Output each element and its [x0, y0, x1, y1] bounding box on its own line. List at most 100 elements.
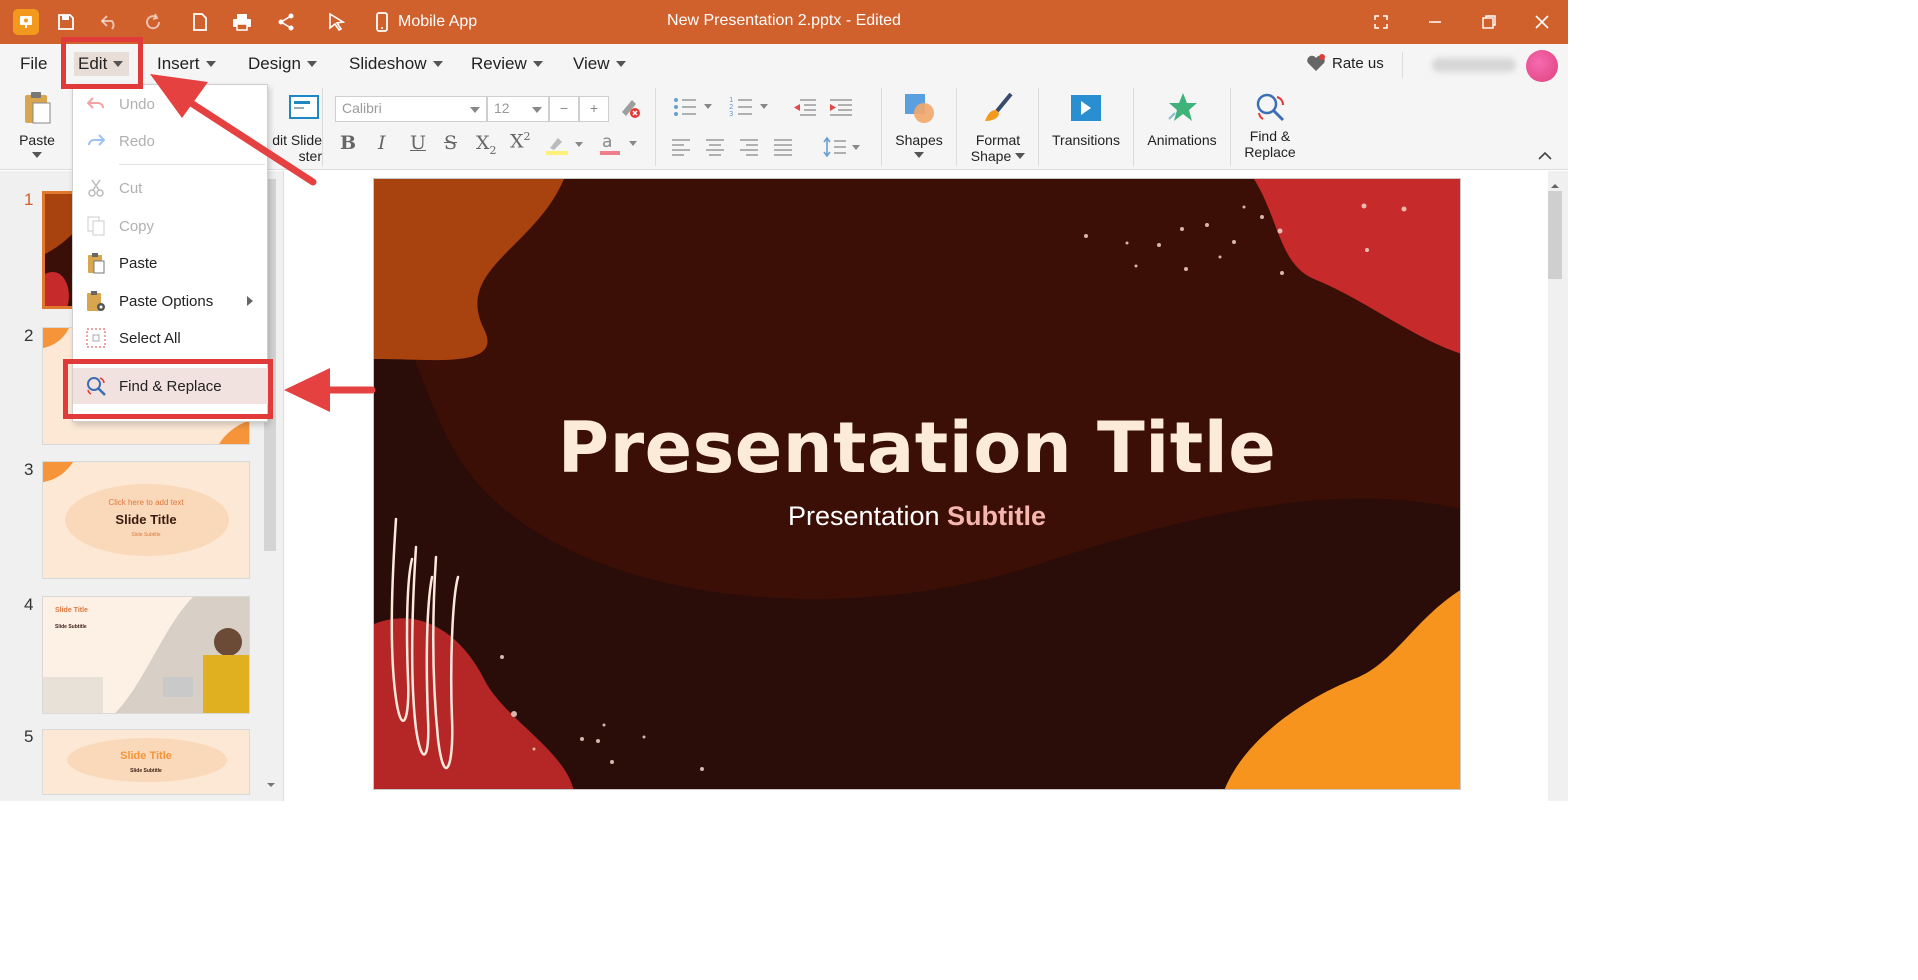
slide-number: 2 — [24, 326, 34, 345]
menu-review[interactable]: Review — [471, 52, 543, 76]
bold-icon[interactable]: B — [340, 132, 356, 154]
slideshow-play-icon[interactable] — [322, 8, 350, 36]
increase-font-button[interactable]: + — [579, 96, 609, 122]
line-spacing-icon[interactable] — [822, 136, 862, 163]
edit-slide-master-label-1: dit Slide — [272, 132, 322, 148]
share-icon[interactable] — [272, 8, 300, 36]
menu-design-label: Design — [248, 54, 301, 73]
bullet-list-icon[interactable] — [672, 96, 716, 123]
menu-file[interactable]: File — [20, 52, 47, 76]
minimize-icon[interactable] — [1420, 8, 1450, 36]
find-replace-ribbon-button[interactable]: Find & Replace — [1242, 90, 1298, 160]
underline-icon[interactable]: U — [410, 132, 426, 154]
editor-scrollbar[interactable] — [1548, 171, 1568, 801]
edit-slide-master-button[interactable]: dit Slide ster — [262, 90, 322, 164]
menu-select-all[interactable]: Select All — [73, 320, 269, 356]
divider — [119, 361, 265, 362]
justify-icon[interactable] — [772, 138, 794, 161]
phone-icon — [376, 12, 388, 32]
chevron-right-icon — [247, 296, 253, 306]
menu-edit[interactable]: Edit — [74, 52, 130, 76]
slide-title[interactable]: Presentation Title — [374, 407, 1460, 489]
find-replace-label-2: Replace — [1244, 144, 1296, 160]
restore-icon[interactable] — [1474, 8, 1504, 36]
menu-undo-label: Undo — [119, 95, 155, 113]
redo-icon[interactable] — [140, 8, 168, 36]
divider — [119, 164, 265, 165]
paste-ribbon-button[interactable]: Paste — [16, 90, 58, 158]
align-right-icon[interactable] — [738, 138, 760, 161]
italic-icon[interactable]: I — [378, 132, 386, 154]
account-name[interactable] — [1432, 58, 1516, 72]
menu-view[interactable]: View — [573, 52, 626, 76]
menu-view-label: View — [573, 54, 610, 73]
collapse-ribbon-icon[interactable] — [1538, 148, 1552, 166]
menu-copy[interactable]: Copy — [73, 208, 269, 244]
menu-insert[interactable]: Insert — [157, 52, 216, 76]
menu-redo[interactable]: Redo — [73, 123, 269, 159]
highlight-color-icon[interactable] — [544, 134, 584, 161]
slide-thumbnail-5[interactable]: Slide Title Slide Subtitle — [42, 729, 250, 795]
menu-slideshow[interactable]: Slideshow — [349, 52, 443, 76]
align-left-icon[interactable] — [670, 138, 692, 161]
decrease-indent-icon[interactable] — [792, 96, 818, 123]
font-color-icon[interactable]: a — [598, 132, 640, 161]
font-size-combo[interactable]: 12 — [487, 96, 549, 122]
app-logo-icon[interactable] — [13, 9, 39, 35]
chevron-down-icon — [32, 152, 42, 158]
decrease-font-button[interactable]: − — [549, 96, 579, 122]
font-name-combo[interactable]: Calibri — [335, 96, 487, 122]
slide-thumbnail-3[interactable]: Click here to add text Slide Title Slide… — [42, 461, 250, 579]
edit-dropdown-menu: Undo Redo Cut Copy Paste Paste Options S… — [72, 84, 269, 422]
thumb-4-title: Slide Title — [55, 607, 88, 614]
transitions-button[interactable]: Transitions — [1052, 90, 1120, 148]
format-shape-label-2: Shape — [970, 148, 1012, 164]
menu-undo[interactable]: Undo — [73, 86, 269, 122]
save-icon[interactable] — [52, 8, 80, 36]
paste-options-icon — [73, 283, 119, 319]
scroll-down-icon[interactable] — [264, 781, 278, 795]
print-icon[interactable] — [228, 8, 256, 36]
chevron-down-icon — [205, 61, 216, 67]
slide-thumbnail-4[interactable]: Slide Title Slide Subtitle — [42, 596, 250, 714]
menu-edit-label: Edit — [78, 54, 108, 73]
menu-paste[interactable]: Paste — [73, 245, 269, 281]
animations-button[interactable]: Animations — [1146, 90, 1218, 148]
close-icon[interactable] — [1527, 8, 1557, 36]
find-replace-icon — [73, 368, 119, 404]
align-center-icon[interactable] — [704, 138, 726, 161]
clear-formatting-icon[interactable] — [618, 96, 642, 125]
rate-us-label: Rate us — [1332, 54, 1384, 72]
thumb-5-art — [43, 730, 249, 794]
increase-indent-icon[interactable] — [828, 96, 854, 123]
new-document-icon[interactable] — [186, 8, 214, 36]
menu-find-replace[interactable]: Find & Replace — [73, 368, 269, 404]
numbered-list-icon[interactable]: 123 — [728, 96, 772, 123]
strikethrough-icon[interactable]: S — [444, 132, 457, 154]
font-size-placeholder: 12 — [494, 100, 510, 116]
menu-redo-label: Redo — [119, 132, 155, 150]
superscript-icon[interactable]: X2 — [510, 130, 531, 152]
scrollbar-thumb[interactable] — [1548, 191, 1562, 279]
animations-label: Animations — [1147, 132, 1217, 148]
menu-design[interactable]: Design — [248, 52, 317, 76]
fullscreen-icon[interactable] — [1366, 8, 1396, 36]
find-replace-label-1: Find & — [1249, 128, 1291, 144]
thumb-5-title: Slide Title — [120, 750, 172, 762]
undo-icon[interactable] — [96, 8, 124, 36]
menu-paste-options[interactable]: Paste Options — [73, 283, 269, 319]
avatar[interactable] — [1526, 50, 1558, 82]
star-icon — [1164, 90, 1200, 126]
slide-subtitle[interactable]: Presentation Subtitle — [374, 501, 1460, 532]
format-shape-button[interactable]: Format Shape — [970, 90, 1026, 164]
shapes-button[interactable]: Shapes — [894, 90, 944, 158]
rate-us-button[interactable]: Rate us — [1306, 54, 1384, 72]
scroll-up-icon[interactable] — [1550, 177, 1560, 195]
current-slide[interactable]: Presentation Title Presentation Subtitle — [373, 178, 1461, 790]
divider — [1402, 52, 1403, 78]
menu-cut[interactable]: Cut — [73, 170, 269, 206]
undo-icon — [73, 86, 119, 122]
subscript-icon[interactable]: X2 — [476, 132, 497, 157]
mobile-app-button[interactable]: Mobile App — [376, 10, 477, 34]
divider — [1230, 88, 1231, 166]
